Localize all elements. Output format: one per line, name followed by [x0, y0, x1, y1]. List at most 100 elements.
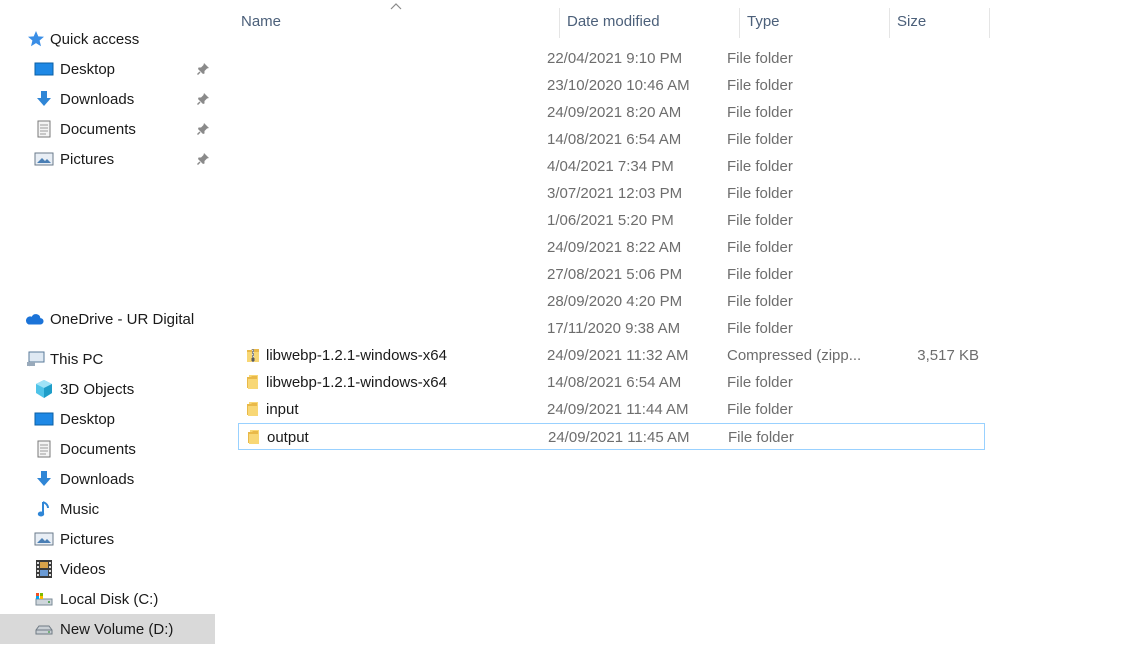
file-date-modified: 4/04/2021 7:34 PM — [547, 158, 674, 175]
downloads-icon — [34, 89, 54, 109]
column-header-date[interactable]: Date modified — [567, 4, 739, 38]
music-icon — [34, 499, 54, 519]
nav-pc-documents[interactable]: Documents — [0, 434, 216, 464]
this-pc-icon — [26, 349, 46, 369]
file-date-modified: 22/04/2021 9:10 PM — [547, 50, 683, 67]
nav-pc-music[interactable]: Music — [0, 494, 216, 524]
nav-pc-pictures[interactable]: Pictures — [0, 524, 216, 554]
nav-qa-documents[interactable]: Documents — [0, 114, 216, 144]
nav-onedrive[interactable]: OneDrive - UR Digital — [0, 304, 216, 334]
column-header-name[interactable]: Name — [241, 4, 559, 38]
pin-icon[interactable] — [196, 152, 210, 166]
file-type: File folder — [727, 185, 793, 202]
file-name: libwebp-1.2.1-windows-x64 — [266, 347, 447, 364]
file-row[interactable]: 22/04/2021 9:10 PM File folder — [238, 45, 985, 72]
file-row[interactable]: 1/06/2021 5:20 PM File folder — [238, 207, 985, 234]
file-date-modified: 3/07/2021 12:03 PM — [547, 185, 683, 202]
file-row[interactable]: input 24/09/2021 11:44 AM File folder — [238, 396, 985, 423]
nav-qa-pictures[interactable]: Pictures — [0, 144, 216, 174]
nav-quick-access[interactable]: Quick access — [0, 24, 216, 54]
column-header-size-label: Size — [897, 12, 927, 30]
pin-icon[interactable] — [196, 92, 210, 106]
file-type: File folder — [727, 401, 793, 418]
file-row[interactable]: 17/11/2020 9:38 AM File folder — [238, 315, 985, 342]
nav-pc-3d-objects[interactable]: 3D Objects — [0, 374, 216, 404]
file-row[interactable]: 28/09/2020 4:20 PM File folder — [238, 288, 985, 315]
pin-icon[interactable] — [196, 122, 210, 136]
drive-icon — [34, 619, 54, 639]
nav-item-label: Pictures — [60, 150, 115, 168]
file-type: File folder — [727, 212, 793, 229]
documents-icon — [34, 119, 54, 139]
nav-item-label: Documents — [60, 120, 136, 138]
nav-qa-desktop[interactable]: Desktop — [0, 54, 216, 84]
file-date-modified: 14/08/2021 6:54 AM — [547, 374, 682, 391]
nav-pc-videos[interactable]: Videos — [0, 554, 216, 584]
file-name: input — [266, 401, 299, 418]
nav-item-label: Local Disk (C:) — [60, 590, 159, 608]
file-row[interactable]: output 24/09/2021 11:45 AM File folder — [238, 423, 985, 450]
star-icon — [26, 29, 46, 49]
column-header-size[interactable]: Size — [897, 4, 989, 38]
column-header-date-label: Date modified — [567, 12, 660, 30]
file-row[interactable]: 27/08/2021 5:06 PM File folder — [238, 261, 985, 288]
nav-this-pc[interactable]: This PC — [0, 344, 216, 374]
file-type: File folder — [727, 320, 793, 337]
3d-objects-icon — [34, 379, 54, 399]
folder-icon — [245, 400, 261, 418]
folder-icon — [246, 428, 262, 446]
nav-pc-desktop[interactable]: Desktop — [0, 404, 216, 434]
file-row[interactable]: libwebp-1.2.1-windows-x64 14/08/2021 6:54… — [238, 369, 985, 396]
desktop-icon — [34, 409, 54, 429]
file-row[interactable]: 24/09/2021 8:22 AM File folder — [238, 234, 985, 261]
nav-this-pc-label: This PC — [50, 350, 104, 368]
file-type: File folder — [727, 374, 793, 391]
documents-icon — [34, 439, 54, 459]
navigation-pane: Quick access Desktop Downloads Documents… — [0, 0, 216, 648]
folder-icon — [245, 373, 261, 391]
file-type: File folder — [727, 104, 793, 121]
column-divider[interactable] — [889, 8, 890, 38]
file-type: File folder — [727, 293, 793, 310]
nav-item-label: Videos — [60, 560, 106, 578]
column-header-row: Name Date modified Type Size — [218, 3, 990, 38]
pin-icon[interactable] — [196, 62, 210, 76]
nav-item-label: Desktop — [60, 410, 116, 428]
videos-icon — [34, 559, 54, 579]
file-date-modified: 24/09/2021 11:44 AM — [547, 401, 689, 418]
file-date-modified: 24/09/2021 8:22 AM — [547, 239, 682, 256]
column-divider[interactable] — [989, 8, 990, 38]
file-row[interactable]: 23/10/2020 10:46 AM File folder — [238, 72, 985, 99]
column-divider[interactable] — [559, 8, 560, 38]
column-divider[interactable] — [739, 8, 740, 38]
nav-pc-local-disk-c[interactable]: Local Disk (C:) — [0, 584, 216, 614]
file-row[interactable]: libwebp-1.2.1-windows-x64 24/09/2021 11:3… — [238, 342, 985, 369]
file-date-modified: 27/08/2021 5:06 PM — [547, 266, 683, 283]
file-row[interactable]: 14/08/2021 6:54 AM File folder — [238, 126, 985, 153]
nav-pc-downloads[interactable]: Downloads — [0, 464, 216, 494]
file-date-modified: 1/06/2021 5:20 PM — [547, 212, 674, 229]
pictures-icon — [34, 529, 54, 549]
nav-quick-access-label: Quick access — [50, 30, 140, 48]
onedrive-icon — [24, 309, 44, 329]
file-date-modified: 28/09/2020 4:20 PM — [547, 293, 683, 310]
desktop-icon — [34, 59, 54, 79]
nav-pc-new-volume-d[interactable]: New Volume (D:) — [0, 614, 215, 644]
file-name: output — [267, 429, 309, 446]
file-date-modified: 24/09/2021 11:32 AM — [547, 347, 689, 364]
nav-item-label: Desktop — [60, 60, 116, 78]
file-type: File folder — [728, 429, 794, 446]
file-date-modified: 24/09/2021 8:20 AM — [547, 104, 682, 121]
nav-qa-downloads[interactable]: Downloads — [0, 84, 216, 114]
file-type: File folder — [727, 50, 793, 67]
file-row[interactable]: 3/07/2021 12:03 PM File folder — [238, 180, 985, 207]
file-date-modified: 17/11/2020 9:38 AM — [547, 320, 681, 337]
nav-item-label: Downloads — [60, 90, 135, 108]
file-size: 3,517 KB — [917, 347, 979, 364]
file-list-pane: Name Date modified Type Size 22/04/2021 … — [218, 0, 1144, 648]
file-row[interactable]: 4/04/2021 7:34 PM File folder — [238, 153, 985, 180]
file-type: File folder — [727, 158, 793, 175]
file-date-modified: 24/09/2021 11:45 AM — [548, 429, 690, 446]
column-header-type[interactable]: Type — [747, 4, 889, 38]
file-row[interactable]: 24/09/2021 8:20 AM File folder — [238, 99, 985, 126]
